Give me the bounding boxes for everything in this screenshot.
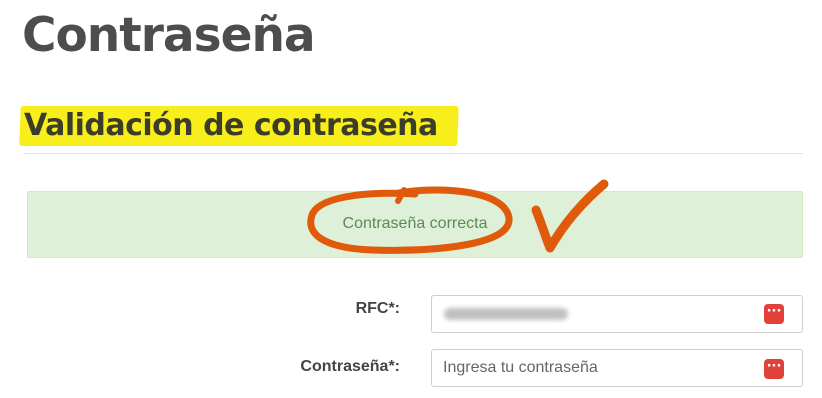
divider bbox=[24, 153, 803, 154]
success-alert: Contraseña correcta bbox=[27, 191, 803, 258]
section-title: Validación de contraseña bbox=[24, 108, 438, 143]
password-input[interactable] bbox=[431, 349, 803, 387]
password-label: Contraseña*: bbox=[300, 358, 400, 375]
password-manager-icon[interactable]: ··· bbox=[764, 359, 784, 379]
alert-message: Contraseña correcta bbox=[342, 215, 488, 232]
page-title: Contraseña bbox=[22, 8, 316, 63]
rfc-label: RFC*: bbox=[355, 300, 400, 317]
password-manager-icon[interactable]: ··· bbox=[764, 304, 784, 324]
rfc-value-obscured bbox=[444, 308, 568, 320]
